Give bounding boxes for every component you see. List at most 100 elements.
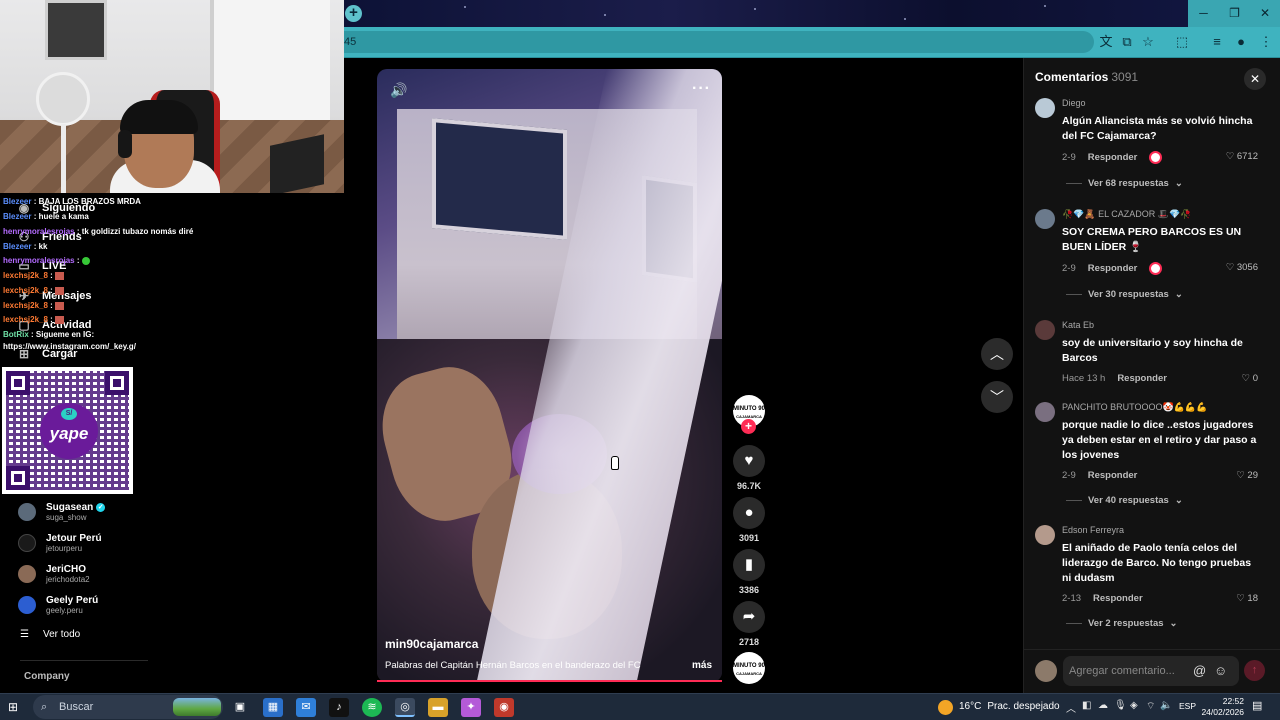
tray-app-icon[interactable]: ◧: [1082, 700, 1091, 711]
task-view-icon[interactable]: ▣: [230, 698, 250, 717]
share-arrow-icon[interactable]: ➦: [733, 601, 765, 633]
clock[interactable]: 22:52 24/02/2026: [1198, 696, 1244, 718]
video-description: Palabras del Capitán Hernán Barcos en el…: [385, 660, 641, 671]
volume-icon[interactable]: 🔊: [390, 82, 407, 99]
more-text-button[interactable]: más: [692, 660, 712, 671]
avatar[interactable]: [1035, 402, 1055, 422]
media-icon[interactable]: ≡: [1208, 33, 1226, 51]
avatar[interactable]: [1035, 320, 1055, 340]
comment-like[interactable]: ♡ 3056: [1226, 262, 1258, 273]
comment-input[interactable]: Agregar comentario...: [1063, 656, 1239, 686]
address-bar[interactable]: 45: [344, 31, 1094, 53]
view-replies-button[interactable]: Ver 2 respuestas ⌄: [1066, 618, 1178, 629]
company-link[interactable]: Company: [24, 671, 70, 682]
see-all-label: Ver todo: [42, 629, 81, 640]
comment-text: SOY CREMA PERO BARCOS ES UN BUEN LÍDER 🍷: [1062, 226, 1242, 253]
comment-icon[interactable]: ●: [733, 497, 765, 529]
video-window: [432, 118, 567, 240]
obs-icon[interactable]: ◉: [494, 698, 514, 717]
sidebar-divider: [20, 660, 148, 661]
comment-username[interactable]: PANCHITO BRUTOOOO🤡💪💪💪: [1062, 402, 1207, 413]
comment-meta: 2-9 Responder: [1062, 151, 1163, 164]
bookmark-icon[interactable]: ▮: [733, 549, 765, 581]
emoji-icon[interactable]: ☺: [1214, 656, 1227, 686]
send-arrow-up-icon[interactable]: ↑: [1244, 660, 1265, 681]
outlook-icon[interactable]: ✉: [296, 698, 316, 717]
cloud-icon[interactable]: ☁: [1098, 700, 1108, 711]
follow-plus-icon[interactable]: +: [741, 419, 756, 434]
translate-icon[interactable]: 文: [1097, 33, 1115, 51]
creator-liked-icon: [1149, 151, 1163, 164]
comment-like[interactable]: ♡ 6712: [1226, 151, 1258, 162]
close-window-button[interactable]: ✕: [1250, 0, 1280, 27]
chevron-up-icon[interactable]: ︿: [1066, 700, 1076, 715]
comment-username[interactable]: Kata Eb: [1062, 320, 1094, 330]
menu-icon[interactable]: ⋮: [1257, 33, 1275, 51]
like-heart-icon[interactable]: ♥: [733, 445, 765, 477]
reply-button[interactable]: Responder: [1088, 152, 1138, 163]
chrome-icon[interactable]: ◎: [395, 698, 415, 717]
chat-message: lexchsj2k_8 :: [3, 315, 65, 325]
comment-item: Diego Algún Aliancista más se volvió hin…: [1035, 98, 1275, 198]
maximize-button[interactable]: ❐: [1219, 0, 1250, 27]
next-video-chevron-down-icon[interactable]: ﹀: [981, 381, 1013, 413]
reply-button[interactable]: Responder: [1088, 470, 1138, 481]
previous-video-chevron-up-icon[interactable]: ︿: [981, 338, 1013, 370]
avatar[interactable]: [1035, 98, 1055, 118]
webcam-door: [45, 0, 107, 60]
extensions-icon[interactable]: ⬚: [1173, 33, 1191, 51]
store-icon[interactable]: ▦: [263, 698, 283, 717]
avatar: [18, 565, 36, 583]
comment-username[interactable]: 🥀💎🧸 EL CAZADOR 🎩💎🥀: [1062, 209, 1191, 220]
language-indicator[interactable]: ESP: [1179, 701, 1196, 711]
more-options-icon[interactable]: ···: [692, 80, 711, 98]
comment-username[interactable]: Edson Ferreyra: [1062, 525, 1124, 535]
folder-icon[interactable]: ▬: [428, 698, 448, 717]
chat-message: henrymoralesrojas : tk goldizzi tubazo n…: [3, 227, 194, 236]
reply-button[interactable]: Responder: [1093, 593, 1143, 604]
search-highlight-image: [173, 698, 221, 716]
star-icon[interactable]: ☆: [1139, 33, 1157, 51]
close-icon[interactable]: ✕: [1244, 68, 1266, 90]
view-replies-button[interactable]: Ver 30 respuestas ⌄: [1066, 289, 1183, 300]
copilot-icon[interactable]: ✦: [461, 698, 481, 717]
profile-icon[interactable]: ●: [1232, 33, 1250, 51]
music-disc-avatar[interactable]: MINUTO 90 CAJAMARCA: [733, 652, 765, 684]
video-player[interactable]: [377, 69, 722, 682]
view-replies-button[interactable]: Ver 68 respuestas ⌄: [1066, 178, 1183, 189]
microphone-icon[interactable]: 🎙: [1114, 700, 1127, 711]
mention-icon[interactable]: @: [1193, 656, 1206, 686]
reply-button[interactable]: Responder: [1117, 373, 1167, 384]
chat-message: henrymoralesrojas :: [3, 256, 90, 266]
view-replies-button[interactable]: Ver 40 respuestas ⌄: [1066, 495, 1183, 506]
suggested-account[interactable]: Sugasean ✓ suga_show: [18, 499, 106, 525]
comment-username[interactable]: Diego: [1062, 98, 1086, 108]
suggested-account[interactable]: JeriCHO jerichodota2: [18, 561, 90, 587]
video-author[interactable]: min90cajamarca: [385, 637, 478, 651]
cast-icon[interactable]: ⧉: [1118, 33, 1136, 51]
comment-meta: 2-9 Responder: [1062, 262, 1163, 275]
spotify-icon[interactable]: ≋: [362, 698, 382, 717]
tiktok-icon[interactable]: ♪: [329, 698, 349, 717]
avatar[interactable]: [1035, 209, 1055, 229]
avatar: [18, 596, 36, 614]
reply-button[interactable]: Responder: [1088, 263, 1138, 274]
video-progress-bar[interactable]: [377, 680, 722, 682]
minimize-button[interactable]: ─: [1188, 0, 1219, 27]
windows-start-icon[interactable]: ⊞: [8, 700, 22, 714]
chat-message: Blezeer : BAJA LOS BRAZOS MRDA: [3, 197, 141, 206]
volume-icon[interactable]: 🔈: [1160, 700, 1172, 711]
suggested-account[interactable]: Jetour Perú jetourperu: [18, 530, 102, 556]
comment-like[interactable]: ♡ 29: [1236, 470, 1258, 481]
suggested-account[interactable]: Geely Perú geely.peru: [18, 592, 98, 618]
taskbar-search[interactable]: ⌕ Buscar: [33, 695, 223, 719]
notifications-icon[interactable]: ▤: [1252, 699, 1262, 712]
avatar[interactable]: [1035, 525, 1055, 545]
comment-like[interactable]: ♡ 0: [1242, 373, 1258, 384]
wifi-icon[interactable]: ⌔: [1146, 700, 1155, 713]
new-tab-button[interactable]: +: [345, 5, 362, 22]
comment-like[interactable]: ♡ 18: [1236, 593, 1258, 604]
see-all-link[interactable]: ☰ Ver todo: [20, 629, 80, 640]
weather-widget[interactable]: 16°C Prac. despejado: [938, 696, 1060, 718]
tray-app-icon[interactable]: ◈: [1130, 700, 1138, 711]
